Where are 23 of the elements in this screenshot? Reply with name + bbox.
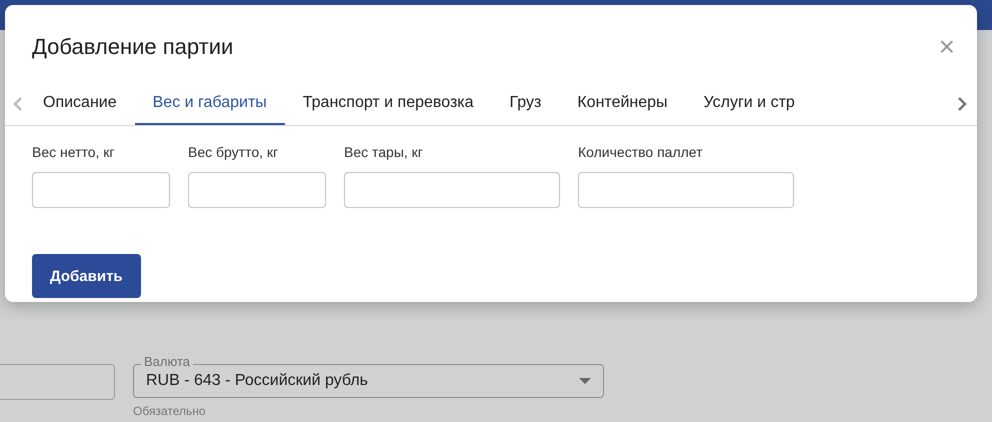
input-field[interactable] (344, 172, 560, 208)
chevron-right-icon[interactable] (955, 96, 969, 112)
helper-text: Обязательно (133, 404, 207, 418)
tab[interactable]: Вес и габариты (134, 83, 285, 125)
tab[interactable]: Транспорт и перевозка (284, 83, 492, 125)
add-button[interactable]: Добавить (32, 254, 141, 298)
tab[interactable]: Контейнеры (559, 83, 686, 125)
input-field[interactable] (0, 364, 115, 400)
dialog-title: Добавление партии (32, 34, 234, 60)
input-field[interactable] (578, 172, 794, 208)
chevron-left-icon[interactable] (11, 96, 25, 112)
field-label: Вес брутто, кг (188, 144, 280, 160)
field-label: Количество паллет (578, 144, 704, 160)
input-field[interactable] (32, 172, 170, 208)
tab[interactable]: Услуги и стр (686, 83, 813, 125)
select-value: RUB - 643 - Российский рубль (146, 372, 368, 390)
dropdown-arrow-icon (579, 378, 591, 384)
field-label: Вес тары, кг (344, 144, 424, 160)
tab[interactable]: Груз (492, 83, 560, 125)
tab[interactable]: Описание (25, 83, 135, 125)
field-label: Валюта (141, 354, 193, 369)
field-label: Вес нетто, кг (32, 144, 116, 160)
input-field[interactable] (188, 172, 326, 208)
